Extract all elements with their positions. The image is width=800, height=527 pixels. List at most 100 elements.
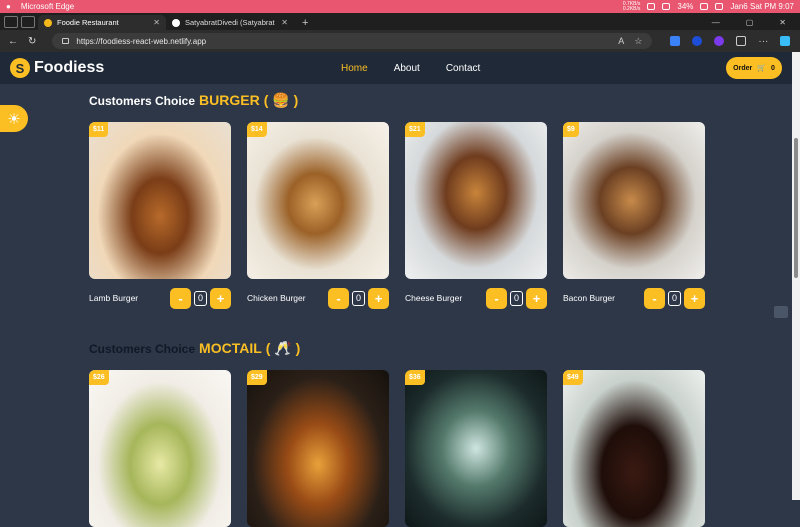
minimize-icon[interactable]: — [712, 18, 720, 27]
new-tab-icon[interactable]: + [302, 17, 308, 29]
url-text: https://foodiess-react-web.netlify.app [76, 36, 207, 46]
price-badge: $9 [563, 122, 579, 137]
search-icon[interactable] [715, 3, 724, 10]
category-emoji: ( 🍔 ) [263, 92, 299, 108]
more-options-icon[interactable]: ··· [758, 36, 768, 47]
brand-name: Foodiess [34, 59, 105, 76]
price-badge: $11 [89, 122, 109, 137]
sun-icon: ☀ [7, 110, 21, 128]
cheese-burger-image[interactable]: $21 [405, 122, 547, 279]
quantity-value: 0 [194, 290, 207, 306]
increase-button[interactable]: + [684, 287, 705, 309]
product-card: $14 Chicken Burger - 0 + [247, 122, 389, 309]
browser-tab-strip: Foodie Restaurant ✕ SatyabratDivedi (Sat… [0, 13, 800, 30]
price-badge: $29 [247, 370, 267, 385]
burger-section: Customers Choice BURGER ( 🍔 ) $11 Lamb B… [89, 92, 709, 309]
price-badge: $36 [405, 370, 425, 385]
decrease-button[interactable]: - [644, 287, 665, 309]
quantity-value: 0 [510, 290, 523, 306]
quantity-value: 0 [352, 290, 365, 306]
product-grid: $11 Lamb Burger - 0 + $14 Chicken Burger… [89, 122, 709, 309]
price-badge: $26 [89, 370, 109, 385]
nav-about-link[interactable]: About [394, 63, 420, 74]
copilot-icon[interactable] [780, 36, 791, 46]
order-label: Order [733, 64, 753, 72]
scrollbar-thumb[interactable] [794, 138, 798, 278]
increase-button[interactable]: + [526, 287, 547, 309]
section-title: Customers Choice MOCTAIL ( 🥂 ) [89, 340, 301, 356]
product-card: $26 [89, 370, 231, 527]
section-title: Customers Choice BURGER ( 🍔 ) [89, 92, 299, 108]
nav-contact-link[interactable]: Contact [446, 63, 480, 74]
sidebar-toggle-icon[interactable] [774, 306, 788, 318]
quantity-stepper: - 0 + [328, 287, 389, 309]
close-window-icon[interactable]: ✕ [779, 18, 786, 27]
close-tab-icon[interactable]: ✕ [281, 18, 288, 27]
tab-title: Foodie Restaurant [57, 18, 119, 27]
wifi-icon[interactable] [647, 3, 656, 10]
os-menu-bar: ● Microsoft Edge 0.7KB/s 0.2KB/s 34% Jan6… [0, 0, 800, 13]
moctail-image[interactable]: $29 [247, 370, 389, 527]
theme-toggle-button[interactable]: ☀ [0, 105, 28, 132]
foodie-favicon-icon [44, 18, 52, 27]
product-card: $49 [563, 370, 705, 527]
price-badge: $21 [405, 122, 425, 137]
order-button[interactable]: Order 🛒 0 [726, 57, 782, 79]
moctail-image[interactable]: $49 [563, 370, 705, 527]
product-name: Bacon Burger [563, 293, 615, 303]
workspaces-icon[interactable] [4, 16, 18, 28]
tab-title: SatyabratDivedi (Satyabrat Dived [185, 18, 276, 27]
bacon-burger-image[interactable]: $9 [563, 122, 705, 279]
price-badge: $49 [563, 370, 583, 385]
apple-icon[interactable]: ● [6, 2, 11, 11]
close-tab-icon[interactable]: ✕ [153, 18, 160, 27]
moctail-image[interactable]: $26 [89, 370, 231, 527]
split-screen-icon[interactable] [736, 36, 747, 46]
extensions-bar: ··· [670, 36, 791, 47]
read-aloud-icon[interactable]: A [618, 36, 624, 47]
chicken-burger-image[interactable]: $14 [247, 122, 389, 279]
battery-percent: 34% [677, 2, 694, 11]
refresh-icon[interactable]: ↻ [28, 36, 36, 47]
product-name: Chicken Burger [247, 293, 306, 303]
product-card: $21 Cheese Burger - 0 + [405, 122, 547, 309]
maximize-icon[interactable]: ▢ [746, 18, 754, 27]
product-card: $9 Bacon Burger - 0 + [563, 122, 705, 309]
translate-extension-icon[interactable] [670, 36, 681, 46]
page-content: ☀ Customers Choice BURGER ( 🍔 ) $11 Lamb… [0, 84, 792, 527]
tab-foodie[interactable]: Foodie Restaurant ✕ [38, 15, 166, 30]
url-field[interactable]: https://foodiess-react-web.netlify.app A… [52, 33, 653, 49]
increase-button[interactable]: + [210, 287, 231, 309]
extension-icon[interactable] [692, 36, 703, 46]
moctail-image[interactable]: $36 [405, 370, 547, 527]
category-name: MOCTAIL [199, 340, 262, 356]
lamb-burger-image[interactable]: $11 [89, 122, 231, 279]
decrease-button[interactable]: - [486, 287, 507, 309]
github-favicon-icon [172, 18, 180, 27]
increase-button[interactable]: + [368, 287, 389, 309]
back-icon[interactable]: ← [8, 36, 18, 47]
clock[interactable]: Jan6 Sat PM 9:07 [730, 2, 794, 11]
category-name: BURGER [199, 92, 260, 108]
lock-icon[interactable] [62, 38, 70, 44]
battery-icon[interactable] [700, 3, 709, 10]
profile-extension-icon[interactable] [714, 36, 725, 46]
tab-actions-icon[interactable] [21, 16, 35, 28]
decrease-button[interactable]: - [170, 287, 191, 309]
quantity-stepper: - 0 + [486, 287, 547, 309]
main-menu: Home About Contact [341, 63, 480, 74]
nav-home-link[interactable]: Home [341, 63, 368, 74]
quantity-stepper: - 0 + [170, 287, 231, 309]
network-speed: 0.7KB/s 0.2KB/s [622, 0, 641, 12]
category-emoji: ( 🥂 ) [265, 340, 301, 356]
favorite-star-icon[interactable]: ☆ [634, 36, 642, 47]
display-icon[interactable] [662, 3, 671, 10]
brand-logo-icon: S [10, 58, 30, 78]
tab-github[interactable]: SatyabratDivedi (Satyabrat Dived ✕ [166, 15, 294, 30]
brand-logo[interactable]: S Foodiess [10, 58, 104, 78]
address-bar-row: ← ↻ https://foodiess-react-web.netlify.a… [0, 30, 800, 52]
site-navbar: S Foodiess Home About Contact Order 🛒 0 [0, 52, 792, 84]
decrease-button[interactable]: - [328, 287, 349, 309]
product-name: Lamb Burger [89, 293, 139, 303]
page-scrollbar[interactable] [792, 52, 800, 500]
